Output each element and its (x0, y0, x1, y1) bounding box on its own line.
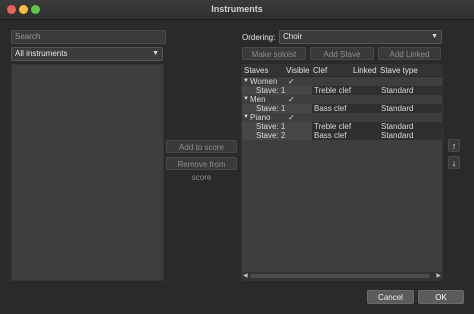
column-header-staves[interactable]: Staves (244, 66, 268, 75)
scroll-right-icon[interactable]: ▶ (436, 272, 441, 279)
title-bar: Instruments (0, 0, 474, 20)
table-row[interactable]: Stave: 1 Treble clef Standard (242, 86, 442, 95)
ordering-value: Choir (283, 32, 303, 41)
add-stave-button[interactable]: Add Stave (310, 47, 374, 60)
stave-type-cell[interactable]: Standard (379, 104, 442, 113)
stave-name: Stave: 2 (256, 131, 286, 140)
instrument-list[interactable] (11, 64, 164, 281)
stave-type-cell[interactable]: Standard (379, 86, 442, 95)
table-row[interactable]: Stave: 1 Treble clef Standard (242, 122, 442, 131)
stave-type-cell[interactable]: Standard (379, 122, 442, 131)
group-name: Men (250, 95, 266, 104)
group-name: Women (250, 77, 278, 86)
group-name: Piano (250, 113, 271, 122)
clef-value: Bass clef (314, 104, 347, 113)
visible-check-icon[interactable]: ✓ (288, 113, 295, 122)
clef-value: Bass clef (314, 131, 347, 140)
remove-from-score-button[interactable]: Remove from score (166, 157, 237, 182)
ok-button[interactable]: OK (418, 290, 464, 304)
window-title: Instruments (211, 4, 263, 14)
clef-cell[interactable]: Treble clef (312, 86, 379, 95)
make-soloist-button[interactable]: Make soloist (242, 47, 306, 60)
ordering-select[interactable]: Choir ▼ (279, 30, 442, 44)
clef-value: Treble clef (314, 122, 352, 131)
horizontal-scrollbar[interactable]: ◀ ▶ (242, 272, 442, 280)
table-row[interactable]: Stave: 2 Bass clef Standard (242, 131, 442, 140)
stave-name: Stave: 1 (256, 104, 286, 113)
table-header: Staves Visible Clef Linked Stave type (242, 65, 442, 77)
chevron-down-icon: ▼ (431, 33, 438, 40)
table-row[interactable]: Stave: 1 Bass clef Standard (242, 104, 442, 113)
add-linked-stave-button[interactable]: Add Linked Stave (378, 47, 441, 72)
chevron-down-icon: ▼ (152, 50, 159, 57)
column-header-clef[interactable]: Clef (313, 66, 327, 75)
column-header-linked[interactable]: Linked (353, 66, 377, 75)
scroll-left-icon[interactable]: ◀ (243, 272, 248, 279)
stave-type-value: Standard (381, 131, 414, 140)
column-header-stave-type[interactable]: Stave type (380, 66, 418, 75)
visible-check-icon[interactable]: ✓ (288, 77, 295, 86)
expand-arrow-icon[interactable]: ▼ (243, 113, 249, 122)
expand-arrow-icon[interactable]: ▼ (243, 77, 249, 86)
staves-table[interactable]: Staves Visible Clef Linked Stave type ▼ … (241, 64, 443, 281)
table-row[interactable]: ▼ Men ✓ (242, 95, 442, 104)
table-row[interactable]: ▼ Piano ✓ (242, 113, 442, 122)
move-up-button[interactable]: ↑ (448, 139, 460, 152)
clef-cell[interactable]: Bass clef (312, 131, 379, 140)
expand-arrow-icon[interactable]: ▼ (243, 95, 249, 104)
scrollbar-thumb[interactable] (250, 274, 430, 278)
clef-cell[interactable]: Treble clef (312, 122, 379, 131)
stave-name: Stave: 1 (256, 86, 286, 95)
column-header-visible[interactable]: Visible (286, 66, 309, 75)
clef-value: Treble clef (314, 86, 352, 95)
instrument-category-select[interactable]: All instruments ▼ (11, 47, 163, 61)
add-to-score-button[interactable]: Add to score (166, 140, 237, 153)
stave-type-value: Standard (381, 104, 414, 113)
instrument-category-value: All instruments (15, 49, 68, 58)
stave-type-value: Standard (381, 122, 414, 131)
visible-check-icon[interactable]: ✓ (288, 95, 295, 104)
stave-name: Stave: 1 (256, 122, 286, 131)
cancel-button[interactable]: Cancel (367, 290, 414, 304)
move-down-button[interactable]: ↓ (448, 156, 460, 169)
stave-type-value: Standard (381, 86, 414, 95)
stave-type-cell[interactable]: Standard (379, 131, 442, 140)
ordering-label: Ordering: (242, 33, 276, 42)
table-row[interactable]: ▼ Women ✓ (242, 77, 442, 86)
search-input[interactable]: Search (11, 30, 166, 44)
clef-cell[interactable]: Bass clef (312, 104, 379, 113)
